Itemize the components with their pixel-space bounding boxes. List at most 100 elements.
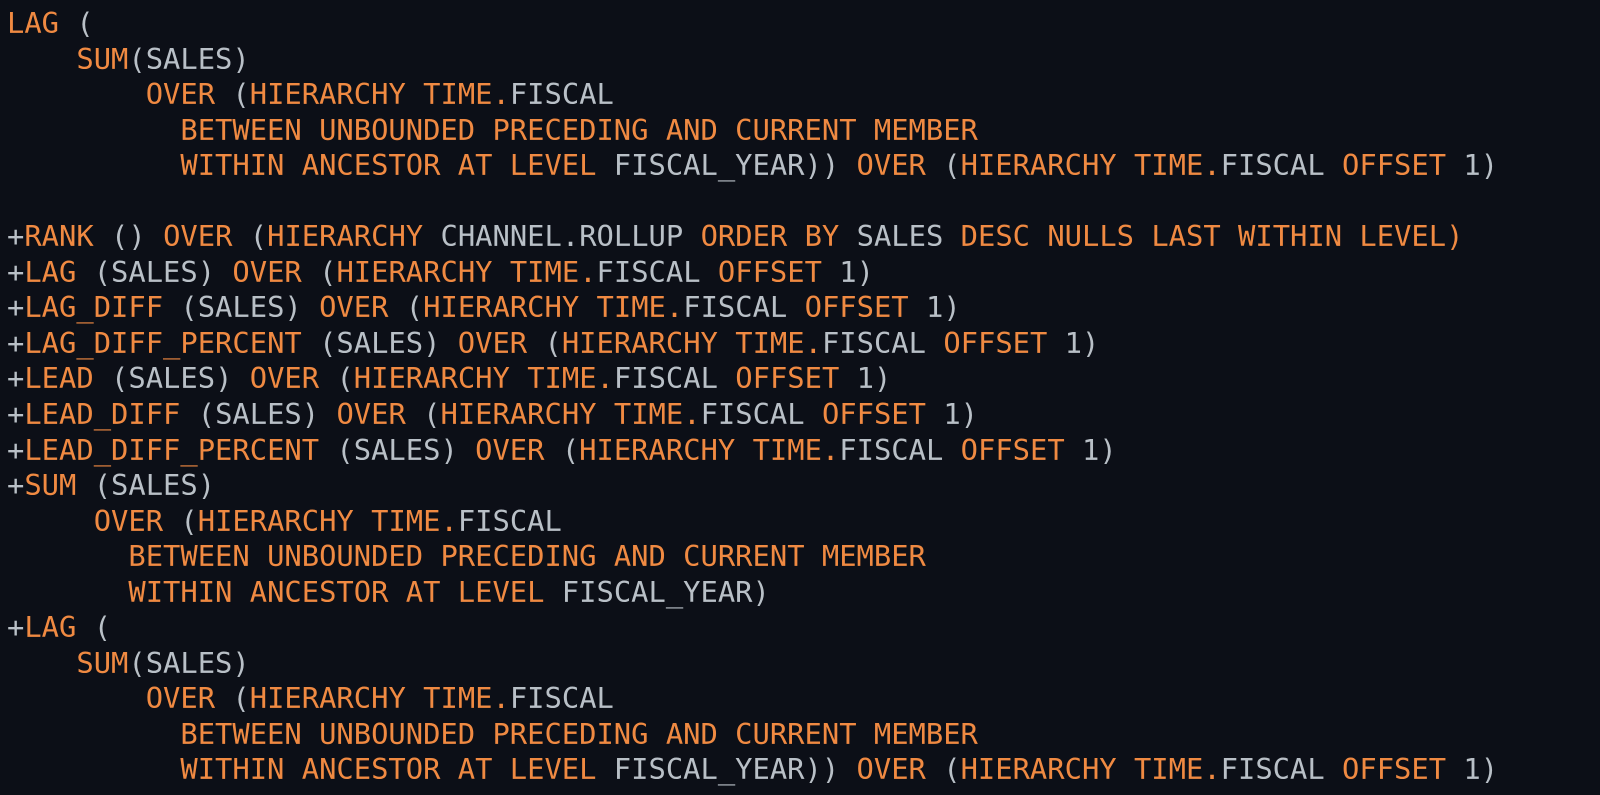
sql-identifier-token — [7, 752, 180, 786]
sql-keyword-token: . — [683, 397, 701, 432]
sql-keyword-token: OVER — [232, 254, 302, 289]
sql-identifier-token — [406, 397, 423, 431]
sql-keyword-token: TIME — [423, 681, 493, 716]
code-line[interactable]: BETWEEN UNBOUNDED PRECEDING AND CURRENT … — [7, 717, 1600, 753]
sql-keyword-token: OVER — [856, 148, 926, 183]
code-line[interactable]: +LAG ( — [7, 610, 1600, 646]
sql-identifier-token: 1) — [1446, 752, 1499, 787]
code-line[interactable]: OVER (HIERARCHY TIME.FISCAL — [7, 681, 1600, 717]
sql-identifier-token — [7, 113, 180, 147]
sql-identifier-token — [7, 646, 76, 680]
sql-identifier-token: (SALES) — [76, 468, 216, 503]
sql-keyword-token: OVER — [93, 503, 164, 538]
sql-identifier-token — [1117, 752, 1134, 786]
sql-identifier-token — [1325, 148, 1342, 182]
code-line[interactable]: +SUM (SALES) — [7, 468, 1600, 504]
sql-keyword-token: WITHIN ANCESTOR AT LEVEL — [128, 574, 545, 609]
sql-identifier-token: ( — [544, 325, 562, 360]
code-line[interactable]: +LEAD_DIFF_PERCENT (SALES) OVER (HIERARC… — [7, 433, 1600, 469]
code-line[interactable]: +LEAD (SALES) OVER (HIERARCHY TIME.FISCA… — [7, 361, 1600, 397]
code-block[interactable]: LAG ( SUM(SALES) OVER (HIERARCHY TIME.FI… — [7, 6, 1600, 788]
sql-keyword-token: . — [579, 254, 597, 289]
sql-identifier-token — [7, 575, 128, 609]
sql-identifier-token: ( — [232, 77, 250, 112]
sql-identifier-token — [7, 717, 180, 751]
plus-operator-token: + — [7, 325, 25, 360]
sql-keyword-token: . — [1203, 148, 1221, 183]
sql-keyword-token: ORDER BY — [700, 219, 840, 254]
code-line[interactable]: LAG ( — [7, 6, 1600, 42]
sql-identifier-token: ( — [76, 6, 94, 40]
sql-identifier-token — [718, 326, 735, 360]
sql-identifier-token: FISCAL_YEAR)) — [596, 752, 857, 787]
sql-keyword-token: HIERARCHY — [579, 432, 736, 467]
sql-keyword-token: TIME — [1133, 752, 1204, 787]
code-line[interactable]: +LAG (SALES) OVER (HIERARCHY TIME.FISCAL… — [7, 255, 1600, 291]
code-editor-surface[interactable]: LAG ( SUM(SALES) OVER (HIERARCHY TIME.FI… — [0, 0, 1600, 795]
sql-identifier-token — [926, 148, 943, 182]
sql-identifier-token: ( — [943, 752, 961, 787]
sql-identifier-token: ( — [249, 219, 268, 254]
sql-keyword-token: OVER — [336, 397, 406, 432]
sql-keyword-token: . — [665, 290, 684, 325]
plus-operator-token: + — [7, 610, 25, 645]
code-line[interactable]: +LAG_DIFF_PERCENT (SALES) OVER (HIERARCH… — [7, 326, 1600, 362]
sql-keyword-token: TIME — [613, 397, 684, 432]
sql-keyword-token: OVER — [319, 290, 389, 325]
sql-identifier-token — [943, 433, 960, 467]
sql-identifier-token — [163, 504, 180, 538]
sql-keyword-token: TIME — [752, 432, 822, 467]
sql-keyword-token: DESC NULLS LAST WITHIN LEVEL) — [960, 219, 1464, 254]
sql-keyword-token: OVER — [856, 752, 926, 787]
sql-identifier-token — [7, 681, 146, 715]
sql-identifier-token: ( — [180, 503, 198, 538]
sql-identifier-token — [7, 42, 76, 76]
code-line[interactable]: +RANK () OVER (HIERARCHY CHANNEL.ROLLUP … — [7, 219, 1600, 255]
sql-identifier-token: FISCAL — [839, 432, 944, 467]
sql-keyword-token: RANK — [24, 219, 94, 254]
sql-identifier-token: FISCAL_YEAR) — [544, 574, 770, 609]
sql-keyword-token: HIERARCHY — [197, 503, 354, 538]
sql-identifier-token: (SALES) — [163, 290, 320, 325]
sql-identifier-token — [527, 326, 544, 360]
sql-identifier-token: ( — [232, 681, 250, 716]
sql-keyword-token: BETWEEN UNBOUNDED PRECEDING AND CURRENT … — [128, 539, 926, 574]
sql-keyword-token: LAG_DIFF_PERCENT — [24, 325, 302, 360]
sql-keyword-token: LEAD_DIFF — [24, 397, 181, 432]
sql-identifier-token: (SALES) — [301, 325, 458, 360]
code-line[interactable]: OVER (HIERARCHY TIME.FISCAL — [7, 504, 1600, 540]
sql-keyword-token: LEAD — [24, 361, 94, 396]
code-line[interactable]: SUM(SALES) — [7, 646, 1600, 682]
sql-keyword-token: OVER — [475, 432, 545, 467]
sql-keyword-token: HIERARCHY — [249, 681, 406, 716]
sql-keyword-token: OFFSET — [735, 361, 840, 396]
sql-identifier-token: FISCAL — [596, 254, 701, 289]
sql-identifier-token — [7, 504, 94, 538]
sql-keyword-token: HIERARCHY — [249, 77, 406, 112]
code-line[interactable]: WITHIN ANCESTOR AT LEVEL FISCAL_YEAR)) O… — [7, 752, 1600, 788]
code-line[interactable]: +LAG_DIFF (SALES) OVER (HIERARCHY TIME.F… — [7, 290, 1600, 326]
plus-operator-token: + — [7, 290, 25, 325]
code-line[interactable]: WITHIN ANCESTOR AT LEVEL FISCAL_YEAR)) O… — [7, 148, 1600, 184]
code-line[interactable]: WITHIN ANCESTOR AT LEVEL FISCAL_YEAR) — [7, 575, 1600, 611]
sql-keyword-token: TIME — [1133, 148, 1204, 183]
sql-keyword-token: OFFSET — [960, 432, 1065, 467]
code-line[interactable]: OVER (HIERARCHY TIME.FISCAL — [7, 77, 1600, 113]
sql-identifier-token: 1) — [1064, 432, 1117, 467]
sql-identifier-token — [1325, 752, 1342, 786]
sql-identifier-token: 1) — [1446, 148, 1499, 183]
sql-keyword-token: HIERARCHY — [561, 325, 718, 360]
sql-keyword-token: HIERARCHY — [336, 254, 493, 289]
sql-keyword-token: OFFSET — [943, 325, 1048, 360]
code-line[interactable]: SUM(SALES) — [7, 42, 1600, 78]
plus-operator-token: + — [7, 219, 25, 254]
code-line[interactable]: BETWEEN UNBOUNDED PRECEDING AND CURRENT … — [7, 539, 1600, 575]
sql-identifier-token — [510, 361, 527, 395]
sql-identifier-token — [701, 255, 718, 289]
code-line[interactable]: +LEAD_DIFF (SALES) OVER (HIERARCHY TIME.… — [7, 397, 1600, 433]
sql-identifier-token — [232, 219, 249, 253]
code-line[interactable]: BETWEEN UNBOUNDED PRECEDING AND CURRENT … — [7, 113, 1600, 149]
sql-identifier-token: (SALES) — [128, 41, 250, 76]
sql-identifier-token — [787, 290, 804, 324]
